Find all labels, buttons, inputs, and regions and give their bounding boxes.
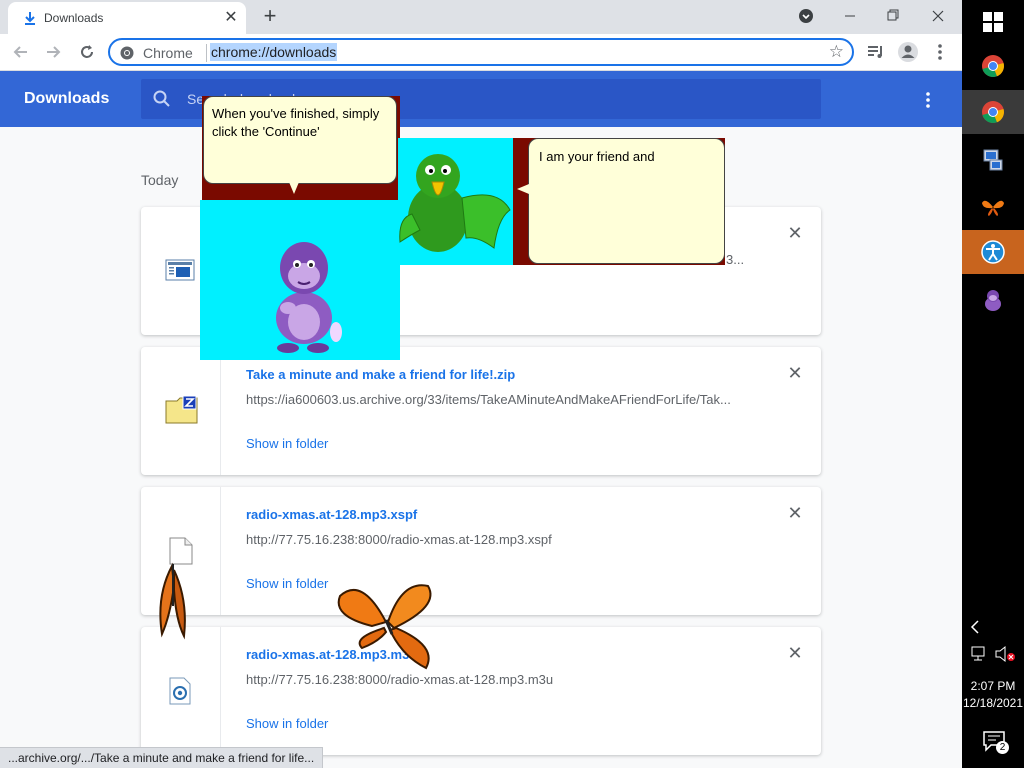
download-url: 3... — [726, 252, 745, 267]
download-item: radio-xmas.at-128.mp3.m3u http://77.75.1… — [141, 627, 821, 755]
reload-button[interactable] — [74, 39, 100, 65]
tab-downloads[interactable]: Downloads ✕ — [8, 2, 246, 34]
chrome-site-icon — [120, 46, 134, 60]
omnibox-scheme-label: Chrome — [143, 45, 193, 61]
restore-button[interactable] — [873, 2, 913, 30]
taskbar-network-app-button[interactable] — [962, 138, 1024, 182]
download-icon — [25, 12, 35, 25]
remove-download-button[interactable]: ✕ — [785, 643, 805, 663]
download-url[interactable]: http://77.75.16.238:8000/radio-xmas.at-1… — [246, 532, 746, 547]
media-queue-icon — [868, 46, 882, 58]
purple-gorilla-icon — [985, 290, 1001, 311]
download-item: Take a minute and make a friend for life… — [141, 347, 821, 475]
download-url[interactable]: https://ia600603.us.archive.org/33/items… — [246, 392, 746, 407]
purple-gorilla-icon — [276, 242, 342, 353]
tab-strip: Downloads ✕ + — [0, 0, 962, 34]
media-controls-button[interactable] — [864, 40, 888, 64]
notification-count-badge: 2 — [996, 741, 1009, 754]
show-in-folder-link[interactable]: Show in folder — [246, 576, 328, 591]
tab-search-button[interactable] — [786, 2, 826, 30]
icon-column — [141, 347, 221, 475]
browser-window: Downloads ✕ + Chrome chrome://downloads … — [0, 0, 962, 768]
taskbar-chrome-button[interactable] — [962, 44, 1024, 88]
restore-icon — [887, 9, 899, 21]
profile-button[interactable] — [896, 40, 920, 64]
back-arrow-icon — [13, 46, 27, 58]
start-button[interactable] — [962, 0, 1024, 44]
back-button[interactable] — [8, 39, 34, 65]
clock-date[interactable]: 12/18/2021 — [962, 696, 1024, 710]
butterfly-icon — [982, 200, 1004, 216]
address-bar[interactable]: Chrome chrome://downloads ☆ — [108, 38, 854, 66]
tab-close-icon[interactable]: ✕ — [222, 9, 240, 27]
taskbar-bonzi-button[interactable] — [962, 278, 1024, 322]
remove-download-button[interactable]: ✕ — [785, 223, 805, 243]
kebab-menu-icon — [926, 92, 930, 108]
new-tab-button[interactable]: + — [258, 4, 282, 28]
icon-column — [141, 627, 221, 755]
chrome-icon — [982, 55, 1004, 78]
reload-icon — [81, 45, 93, 58]
kebab-menu-icon — [938, 44, 942, 60]
search-icon — [153, 90, 170, 107]
downloads-menu-button[interactable] — [916, 88, 940, 112]
taskbar-chrome-active-button[interactable] — [962, 90, 1024, 134]
close-icon — [932, 10, 944, 22]
omnibox-separator — [206, 44, 207, 62]
omnibox-url[interactable]: chrome://downloads — [210, 43, 338, 61]
download-file-name[interactable]: radio-xmas.at-128.mp3.xspf — [246, 507, 417, 522]
volume-muted-icon[interactable] — [994, 645, 1016, 663]
green-parrot-icon — [399, 154, 511, 252]
orange-butterfly-icon — [159, 562, 186, 640]
toolbar: Chrome chrome://downloads ☆ — [0, 34, 962, 71]
status-bar: ...archive.org/.../Take a minute and mak… — [0, 747, 324, 768]
speech-bubble-tail — [517, 184, 529, 194]
clock-time[interactable]: 2:07 PM — [962, 679, 1024, 693]
document-icon — [165, 259, 195, 281]
downloads-header: Downloads Search downloads — [0, 71, 962, 127]
speech-bubble-tail — [289, 182, 299, 194]
computer-network-icon — [983, 149, 1003, 171]
tab-title: Downloads — [44, 11, 104, 25]
show-hidden-icons-button[interactable] — [970, 620, 980, 639]
bonzi-character-window[interactable] — [200, 200, 400, 360]
speech-bubble: I am your friend and — [528, 138, 725, 264]
tab-search-icon — [799, 9, 813, 23]
windows-logo-icon — [983, 12, 1003, 32]
date-section-label: Today — [141, 172, 179, 188]
bookmark-star-icon[interactable]: ☆ — [829, 42, 844, 62]
download-item: radio-xmas.at-128.mp3.xspf http://77.75.… — [141, 487, 821, 615]
taskbar: 2:07 PM 12/18/2021 2 — [962, 0, 1024, 768]
page-title: Downloads — [24, 90, 110, 107]
minimize-button[interactable] — [830, 2, 870, 30]
remove-download-button[interactable]: ✕ — [785, 503, 805, 523]
parrot-character-window[interactable] — [398, 138, 513, 265]
remove-download-button[interactable]: ✕ — [785, 363, 805, 383]
orange-butterfly-icon — [337, 584, 432, 670]
chrome-icon — [982, 101, 1004, 124]
taskbar-accessibility-button[interactable] — [962, 230, 1024, 274]
chevron-left-icon — [970, 620, 979, 634]
browser-menu-button[interactable] — [928, 40, 952, 64]
forward-button[interactable] — [40, 39, 66, 65]
avatar-icon — [898, 42, 918, 62]
show-in-folder-link[interactable]: Show in folder — [246, 436, 328, 451]
taskbar-butterfly-app-button[interactable] — [962, 185, 1024, 229]
window-close-button[interactable] — [918, 2, 958, 30]
playlist-file-icon — [169, 677, 191, 705]
show-in-folder-link[interactable]: Show in folder — [246, 716, 328, 731]
speech-bubble: When you've finished, simply click the '… — [203, 96, 397, 184]
network-icon[interactable] — [970, 645, 988, 663]
minimize-icon — [845, 15, 855, 17]
accessibility-icon — [981, 240, 1005, 264]
download-file-name[interactable]: Take a minute and make a friend for life… — [246, 367, 515, 382]
zip-file-icon — [165, 395, 198, 424]
download-url[interactable]: http://77.75.16.238:8000/radio-xmas.at-1… — [246, 672, 746, 687]
forward-arrow-icon — [47, 46, 61, 58]
